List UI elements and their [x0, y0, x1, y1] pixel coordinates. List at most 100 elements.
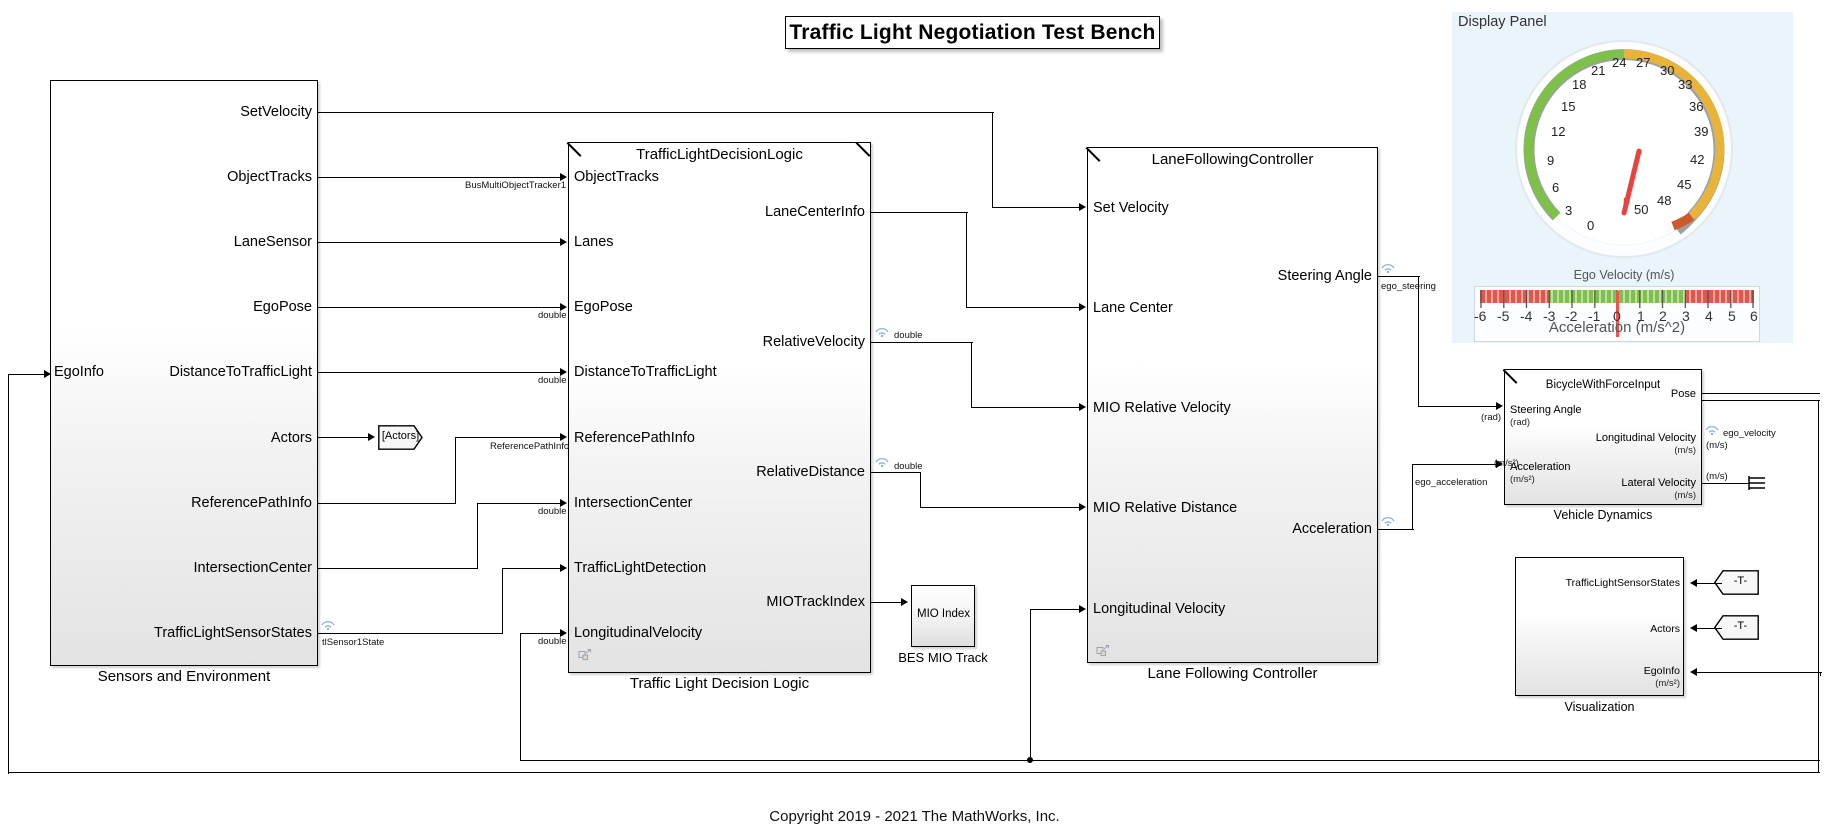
gauge-tick-30: 30 — [1660, 63, 1675, 78]
wire-steering-h2 — [1418, 406, 1498, 408]
gauge-tick-48: 48 — [1657, 193, 1672, 208]
acceleration-gauge-caption: Acceleration (m/s^2) — [1548, 319, 1686, 336]
port-sensors-out-distancetotrafficlight: DistanceToTrafficLight — [169, 364, 312, 380]
wire-longvel-vd-out — [1702, 400, 1820, 402]
wire-tag-to-viz-tl — [1697, 583, 1722, 585]
port-sensors-out-setvelocity: SetVelocity — [240, 104, 312, 120]
wireless-signal-icon-accel — [1381, 517, 1395, 526]
wire-egoinfo-loop-right-v — [1818, 672, 1820, 773]
gauge-tick-45: 45 — [1677, 177, 1692, 192]
port-tldl-in-distancetotrafficlight: DistanceToTrafficLight — [574, 364, 717, 380]
wire-egoinfo-loop-h — [8, 772, 1820, 774]
signal-label-ego-steering: ego_steering — [1381, 281, 1436, 292]
port-sensors-out-egopose: EgoPose — [253, 299, 312, 315]
signal-label-double-distance: double — [538, 375, 567, 386]
arrow-tldl-lanes — [560, 238, 567, 246]
terminator-icon — [1748, 476, 1765, 490]
wire-setvelocity-h2 — [992, 207, 1082, 209]
wire-egoinfo-loop-v — [8, 374, 10, 774]
wire-lanecenterinfo-h1 — [871, 212, 968, 214]
wire-reldist-h2 — [920, 507, 1082, 509]
wire-tlsensor-h1 — [318, 633, 503, 635]
gauge-tick-42: 42 — [1690, 152, 1705, 167]
port-lfc-in-mio-relative-velocity: MIO Relative Velocity — [1093, 400, 1231, 416]
port-viz-in-actors: Actors — [1650, 623, 1680, 635]
port-sensors-out-lanesensor: LaneSensor — [233, 234, 312, 250]
wire-steering-v — [1418, 276, 1420, 407]
port-viz-in-egoinfo: EgoInfo (m/s²) — [1643, 665, 1680, 689]
port-vd-out-pose: Pose — [1670, 388, 1696, 400]
signal-label-double-egopose: double — [538, 310, 567, 321]
wireless-signal-icon-relvel — [875, 328, 889, 337]
wire-vd-latvel-out — [1702, 483, 1750, 485]
wire-refpath-v — [455, 437, 457, 504]
port-vd-out-lateral-velocity: Lateral Velocity (m/s) — [1621, 477, 1696, 501]
gauge-tick-36: 36 — [1689, 99, 1704, 114]
port-tldl-in-egopose: EgoPose — [574, 299, 633, 315]
signal-label-busmultiobjecttracker1: BusMultiObjectTracker1 — [465, 180, 567, 191]
arrow-lfc-miorelativedistance — [1079, 503, 1086, 511]
goto-tag-actors[interactable]: [Actors] — [378, 425, 423, 450]
wire-tlsensor-v — [502, 568, 504, 634]
port-tldl-out-relativevelocity: RelativeVelocity — [762, 334, 865, 350]
wireless-signal-icon-egovelocity — [1705, 426, 1719, 435]
port-lfc-out-steering-angle: Steering Angle — [1277, 268, 1372, 284]
wire-egoinfo-into-sensors — [8, 374, 46, 376]
from-tag-tl-label: -T- — [1733, 575, 1748, 587]
gauge-tick-21: 21 — [1591, 63, 1606, 78]
wire-lanecenterinfo-v — [966, 212, 968, 308]
arrow-tldl-distancetotrafficlight — [560, 368, 567, 376]
signal-label-ms-latvel-out: (m/s) — [1706, 471, 1728, 482]
wire-vd-pose-out — [1702, 393, 1820, 395]
gauge-tick-15: 15 — [1561, 99, 1576, 114]
wire-viz-egoinfo-v — [1820, 672, 1822, 676]
port-tldl-in-objecttracks: ObjectTracks — [574, 169, 659, 185]
gauge-tick-33: 33 — [1678, 77, 1693, 92]
wire-lanesensor — [318, 242, 562, 244]
block-bes-mio-track-label: BES MIO Track — [898, 650, 988, 665]
subsystem-badge-icon-lfc — [1096, 645, 1110, 657]
wire-tag-to-viz-actors — [1697, 628, 1722, 630]
wire-longvel-fb-v — [520, 633, 522, 761]
block-tldl-label: Traffic Light Decision Logic — [629, 675, 810, 692]
wire-accel-h1 — [1378, 529, 1414, 531]
wire-actors-to-tag — [318, 437, 370, 439]
goto-tag-actors-label: [Actors] — [381, 430, 420, 442]
port-vd-out-longitudinal-velocity: Longitudinal Velocity (m/s) — [1595, 432, 1696, 456]
port-tldl-in-longitudinalvelocity: LongitudinalVelocity — [574, 625, 703, 641]
signal-label-double-intersection: double — [538, 506, 567, 517]
port-lfc-out-acceleration: Acceleration — [1292, 521, 1372, 537]
block-lfc-label: Lane Following Controller — [1147, 665, 1318, 682]
block-visualization-label: Visualization — [1564, 700, 1635, 714]
arrow-lfc-setvelocity — [1079, 203, 1086, 211]
wire-intersection-h2 — [477, 503, 562, 505]
signal-label-ms-longvel-out: (m/s) — [1706, 440, 1728, 451]
wireless-signal-icon-reldist — [875, 458, 889, 467]
arrow-actors-tag — [368, 433, 375, 441]
gauge-tick-12: 12 — [1551, 124, 1566, 139]
wire-longvel-fb-bottom — [520, 760, 1030, 762]
arrow-tldl-trafficlightdetection — [560, 564, 567, 572]
arrow-mio-track — [901, 598, 908, 606]
block-vd-label: Vehicle Dynamics — [1553, 508, 1653, 522]
arrow-vd-steeringangle — [1496, 402, 1503, 410]
signal-label-rad-vd-input: (rad) — [1481, 412, 1502, 423]
port-tldl-out-lanecenterinfo: LaneCenterInfo — [765, 204, 865, 220]
gauge-tick-39: 39 — [1694, 124, 1709, 139]
arrow-vd-acceleration — [1496, 460, 1503, 468]
model-title-text: Traffic Light Negotiation Test Bench — [789, 20, 1156, 44]
wire-steering-h1 — [1378, 276, 1420, 278]
wire-longvel-from-right — [1030, 760, 1820, 762]
port-sensors-out-intersectioncenter: IntersectionCenter — [193, 560, 312, 576]
model-title-banner: Traffic Light Negotiation Test Bench — [785, 16, 1160, 49]
gauge-tick-27: 27 — [1636, 55, 1651, 70]
port-viz-in-trafficlightsensorstates: TrafficLightSensorStates — [1565, 577, 1680, 589]
port-tldl-out-relativedistance: RelativeDistance — [756, 464, 865, 480]
arrow-tldl-longitudinalvelocity — [560, 629, 567, 637]
port-lfc-in-longitudinal-velocity: Longitudinal Velocity — [1093, 601, 1226, 617]
wire-intersection-v — [477, 503, 479, 569]
port-sensors-out-referencepathinfo: ReferencePathInfo — [191, 495, 312, 511]
wire-miotrackindex — [871, 602, 903, 604]
port-sensors-out-objecttracks: ObjectTracks — [227, 169, 312, 185]
wire-tlsensor-h2 — [502, 568, 562, 570]
